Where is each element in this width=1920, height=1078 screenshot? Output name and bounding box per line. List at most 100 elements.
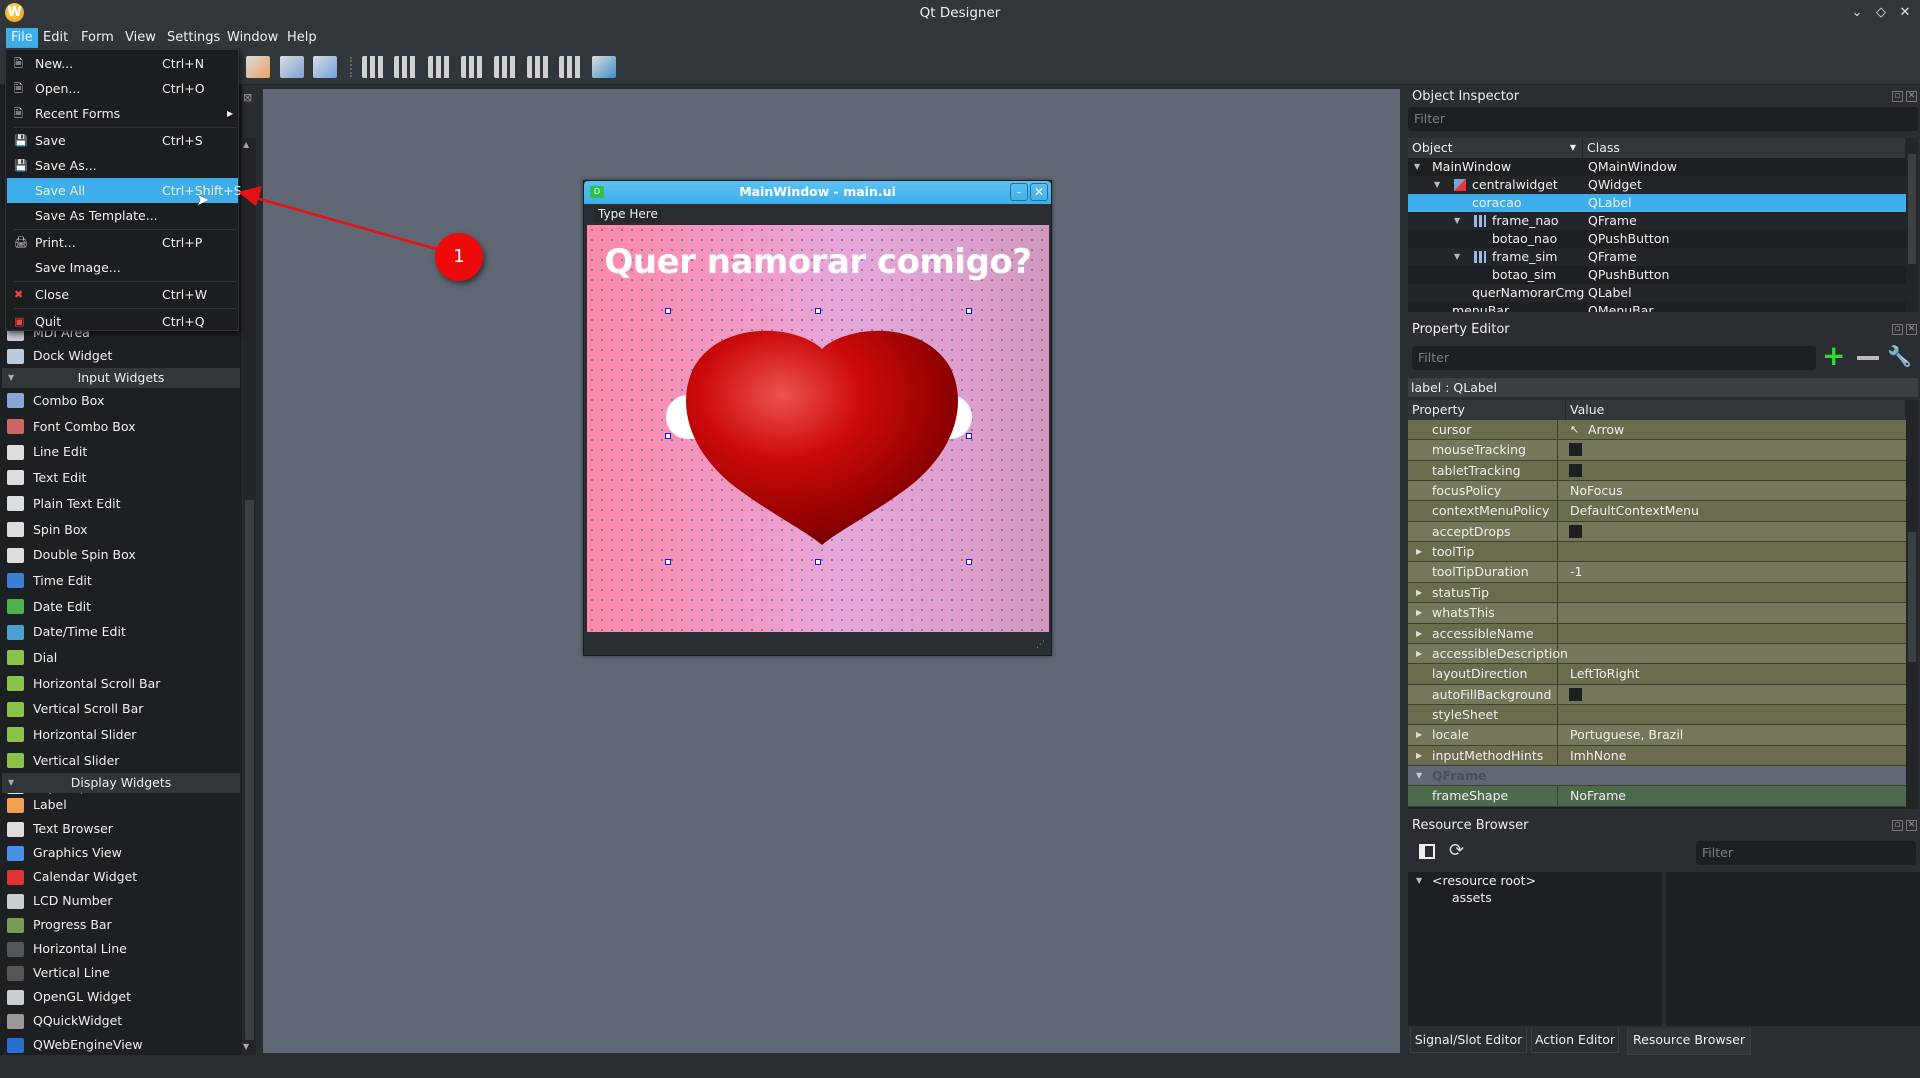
menu-item-save[interactable]: 💾 Save Ctrl+S (7, 128, 238, 153)
widget-dock-widget[interactable]: Dock Widget (0, 344, 242, 368)
object-filter-input[interactable]: Filter (1408, 107, 1918, 131)
property-row-tablettracking[interactable]: tabletTracking (1408, 460, 1906, 482)
tree-row-centralwidget[interactable]: ▼ centralwidget QWidget (1408, 176, 1906, 194)
resource-root-item[interactable]: <resource root> (1432, 873, 1536, 888)
widget-box-close-icon[interactable]: ⊠ (243, 91, 252, 104)
resize-grip-icon[interactable]: ⋰ (1036, 640, 1045, 650)
property-value[interactable]: Arrow (1584, 420, 1624, 440)
property-value[interactable]: LeftToRight (1566, 664, 1640, 684)
selection-handle[interactable] (815, 559, 821, 565)
widget-horizontal-slider[interactable]: Horizontal Slider (0, 722, 242, 748)
widget-date-time-edit[interactable]: Date/Time Edit (0, 619, 242, 645)
resource-assets-item[interactable]: assets (1452, 890, 1492, 905)
property-value[interactable]: NoFocus (1566, 481, 1623, 501)
menu-form[interactable]: Form (76, 28, 119, 48)
expand-arrow-icon[interactable]: ▼ (1454, 212, 1460, 230)
property-row-locale[interactable]: ▶ locale Portuguese, Brazil (1408, 725, 1906, 746)
widget-vertical-slider[interactable]: Vertical Slider (0, 748, 242, 774)
expand-arrow-icon[interactable]: ▼ (1454, 248, 1460, 266)
layout-vertical-icon[interactable] (394, 56, 418, 78)
add-property-icon[interactable]: + (1822, 342, 1845, 370)
property-row-layoutdirection[interactable]: layoutDirection LeftToRight (1408, 664, 1906, 685)
resource-filter-input[interactable]: Filter (1696, 841, 1916, 865)
property-row-inputmethodhints[interactable]: ▶ inputMethodHints ImhNone (1408, 745, 1906, 766)
section-header-display-widgets[interactable]: ▼ Display Widgets (2, 773, 240, 793)
layout-form-icon[interactable] (527, 56, 551, 78)
selection-handle[interactable] (966, 308, 972, 314)
collapse-arrow-icon[interactable]: ▼ (8, 368, 14, 388)
property-row-accessibledescription[interactable]: ▶ accessibleDescription (1408, 643, 1906, 665)
menu-item-save-as[interactable]: 💾 Save As... (7, 153, 238, 178)
property-row-autofillbackground[interactable]: autoFillBackground (1408, 684, 1906, 705)
selection-handle[interactable] (665, 308, 671, 314)
break-layout-icon[interactable] (559, 56, 583, 78)
property-row-mousetracking[interactable]: mouseTracking (1408, 440, 1906, 461)
central-widget[interactable]: Quer namorar comigo? (587, 225, 1049, 632)
property-row-focuspolicy[interactable]: focusPolicy NoFocus (1408, 481, 1906, 502)
tab-resource-browser[interactable]: Resource Browser (1627, 1028, 1751, 1055)
edit-widgets-icon[interactable] (246, 56, 270, 78)
form-close-button[interactable]: ✕ (1030, 183, 1048, 201)
float-icon[interactable]: ▫ (1892, 820, 1903, 831)
property-row-tooltip[interactable]: ▶ toolTip (1408, 542, 1906, 563)
splitter-vertical-icon[interactable] (461, 56, 485, 78)
property-checkbox[interactable] (1569, 443, 1582, 457)
widget-plain-text-edit[interactable]: Plain Text Edit (0, 491, 242, 517)
edit-tab-order-icon[interactable] (313, 56, 337, 78)
splitter-horizontal-icon[interactable] (428, 56, 452, 78)
column-header-object[interactable]: Object ▼ (1408, 138, 1583, 158)
widget-graphics-view[interactable]: Graphics View (0, 841, 242, 865)
maximize-icon[interactable]: ◇ (1872, 4, 1890, 22)
collapse-arrow-icon[interactable]: ▼ (8, 773, 14, 793)
tree-row-quernamorarcmg[interactable]: querNamorarCmg QLabel (1408, 284, 1906, 302)
object-tree-scrollbar[interactable] (1906, 138, 1918, 312)
heart-image[interactable] (682, 327, 962, 549)
form-minimize-button[interactable]: - (1010, 183, 1028, 201)
widget-dial[interactable]: Dial (0, 645, 242, 671)
column-header-property[interactable]: Property (1408, 400, 1566, 420)
menu-item-quit[interactable]: ▣ Quit Ctrl+Q (7, 309, 238, 334)
menu-file[interactable]: File (6, 28, 38, 48)
tab-action-editor[interactable]: Action Editor (1531, 1028, 1619, 1053)
selection-handle[interactable] (665, 433, 671, 439)
property-scrollbar[interactable] (1906, 400, 1918, 809)
menu-item-save-image[interactable]: Save Image... (7, 255, 238, 280)
form-window[interactable]: D MainWindow - main.ui - ✕ Type Here Que… (583, 180, 1052, 656)
selection-handle[interactable] (815, 308, 821, 314)
widget-date-edit[interactable]: Date Edit (0, 594, 242, 620)
widget-box-scroll-thumb[interactable] (245, 500, 254, 1040)
property-group-qframe[interactable]: ▼ QFrame (1408, 765, 1906, 787)
menu-view[interactable]: View (120, 28, 161, 48)
selection-handle[interactable] (665, 559, 671, 565)
tree-row-botao-sim[interactable]: botao_sim QPushButton (1408, 266, 1906, 284)
scroll-up-icon[interactable]: ▲ (243, 140, 249, 149)
tree-row-mainwindow[interactable]: ▼ MainWindow QMainWindow (1408, 158, 1906, 176)
widget-time-edit[interactable]: Time Edit (0, 568, 242, 594)
widget-text-edit[interactable]: Text Edit (0, 465, 242, 491)
property-value[interactable]: ImhNone (1566, 746, 1626, 766)
tree-row-coracao[interactable]: coracao QLabel (1408, 194, 1906, 212)
type-here-placeholder[interactable]: Type Here (594, 206, 662, 223)
close-dock-icon[interactable]: ✕ (1906, 91, 1917, 102)
widget-qwebengineview[interactable]: QWebEngineView (0, 1033, 242, 1057)
toolbar-grip[interactable] (350, 57, 354, 77)
property-checkbox[interactable] (1569, 524, 1582, 538)
widget-text-browser[interactable]: Text Browser (0, 817, 242, 841)
widget-vertical-line[interactable]: Vertical Line (0, 961, 242, 985)
widget-font-combo-box[interactable]: Font Combo Box (0, 414, 242, 440)
scroll-down-icon[interactable]: ▼ (243, 1042, 249, 1051)
property-checkbox[interactable] (1569, 687, 1582, 701)
menu-item-print[interactable]: 🖨 Print... Ctrl+P (7, 230, 238, 255)
edit-signals-slots-icon[interactable] (280, 56, 304, 78)
expand-arrow-icon[interactable]: ▼ (1414, 158, 1420, 176)
property-row-statustip[interactable]: ▶ statusTip (1408, 582, 1906, 604)
menu-settings[interactable]: Settings (162, 28, 225, 48)
float-icon[interactable]: ▫ (1892, 324, 1903, 335)
widget-double-spin-box[interactable]: Double Spin Box (0, 542, 242, 568)
property-row-whatsthis[interactable]: ▶ whatsThis (1408, 603, 1906, 624)
tree-row-frame-sim[interactable]: ▼ frame_sim QFrame (1408, 248, 1906, 266)
section-header-input-widgets[interactable]: ▼ Input Widgets (2, 368, 240, 388)
edit-resources-icon[interactable] (1419, 844, 1435, 859)
property-row-cursor[interactable]: cursor ↖ Arrow (1408, 420, 1906, 441)
widget-horizontal-line[interactable]: Horizontal Line (0, 937, 242, 961)
